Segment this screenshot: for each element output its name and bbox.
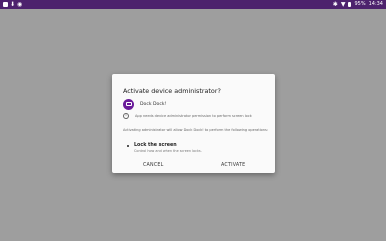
admin-description: Activating administrator will allow Dock… bbox=[123, 128, 269, 132]
dock-icon bbox=[123, 98, 134, 110]
notification-icon: ◉ bbox=[17, 1, 23, 8]
app-name: Dock Dock! bbox=[140, 101, 167, 107]
info-text: App needs device administrator permissio… bbox=[135, 114, 252, 118]
activate-button[interactable]: ACTIVATE bbox=[221, 163, 245, 168]
info-row: ^ App needs device administrator permiss… bbox=[123, 113, 252, 119]
permission-title: Lock the screen bbox=[134, 143, 177, 148]
bluetooth-icon: ✱ bbox=[332, 1, 338, 8]
chevron-up-icon: ^ bbox=[123, 113, 129, 119]
status-bar-right: ✱ ▼ 95% 14:34 bbox=[333, 0, 386, 9]
download-icon: ⬇ bbox=[10, 1, 16, 8]
permission-description: Control how and when the screen locks. bbox=[134, 149, 202, 153]
activate-admin-dialog: Activate device administrator? Dock Dock… bbox=[112, 74, 275, 173]
permission-item: Lock the screen bbox=[127, 143, 177, 148]
dialog-title: Activate device administrator? bbox=[123, 87, 221, 95]
battery-icon bbox=[348, 2, 352, 7]
bullet-icon bbox=[127, 144, 129, 147]
status-time: 14:34 bbox=[368, 1, 383, 7]
wifi-icon: ▼ bbox=[340, 1, 346, 8]
app-row: Dock Dock! bbox=[123, 98, 166, 110]
status-bar: ⬇ ◉ ✱ ▼ 95% 14:34 bbox=[0, 0, 386, 9]
battery-level: 95% bbox=[354, 1, 366, 7]
status-bar-left: ⬇ ◉ bbox=[0, 0, 22, 9]
gallery-icon bbox=[3, 2, 8, 7]
cancel-button[interactable]: CANCEL bbox=[143, 163, 163, 168]
